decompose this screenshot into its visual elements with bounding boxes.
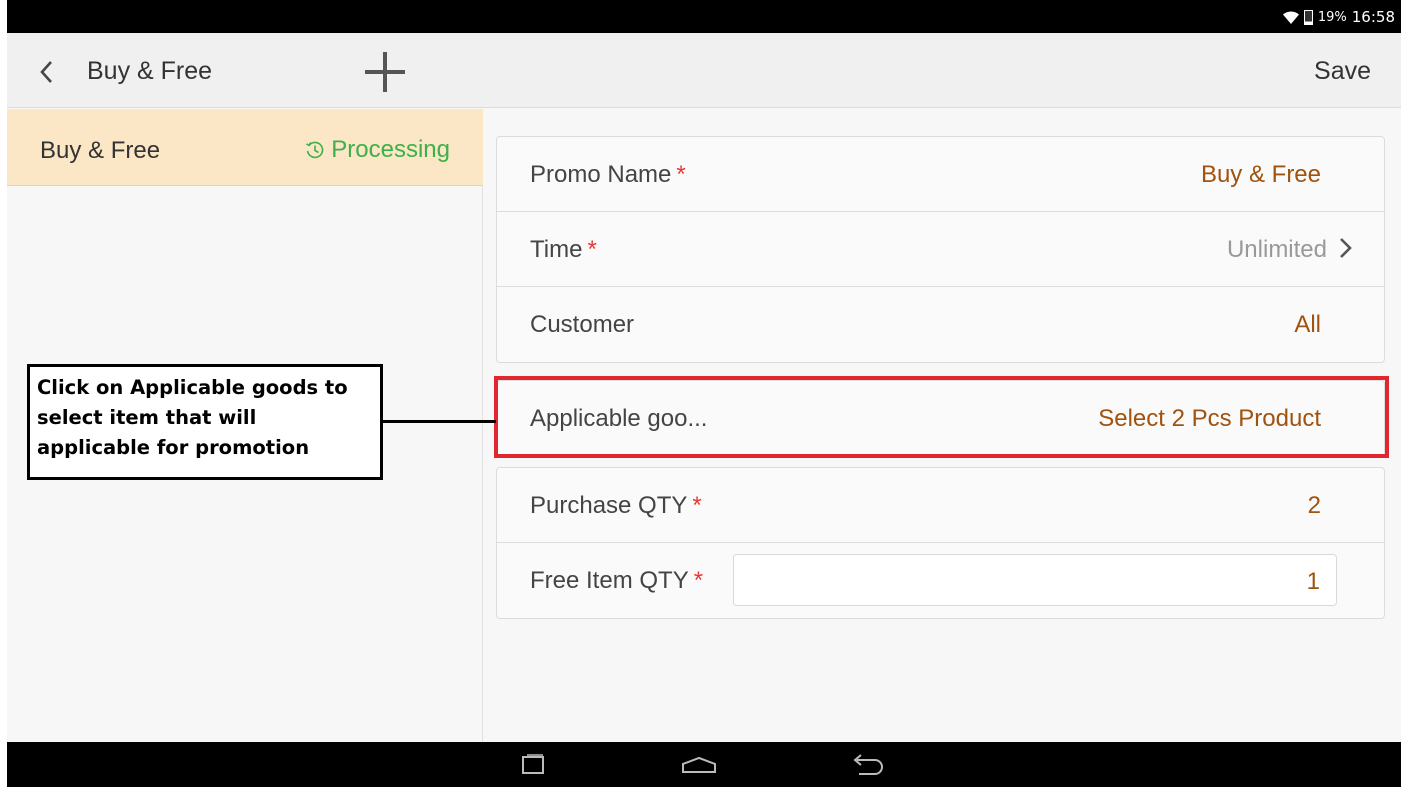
instruction-callout: Click on Applicable goods to select item… <box>27 364 383 480</box>
callout-line-2: select item that will <box>37 406 257 429</box>
required-marker: * <box>676 161 686 188</box>
promo-status-text: Processing <box>331 136 450 163</box>
wifi-icon <box>1282 10 1299 24</box>
battery-icon <box>1303 9 1313 25</box>
customer-value: All <box>1294 311 1321 338</box>
free-item-qty-input[interactable]: 1 <box>733 554 1337 606</box>
recent-apps-icon[interactable] <box>520 754 546 776</box>
free-item-qty-label: Free Item QTY * <box>530 567 704 594</box>
promo-item-name: Buy & Free <box>40 137 161 164</box>
status-bar: 19% 16:58 <box>7 0 1401 33</box>
chevron-right-icon <box>1340 238 1352 258</box>
promo-name-value: Buy & Free <box>1200 161 1321 188</box>
form-group-qty: Purchase QTY * 2 Free Item QTY * 1 <box>496 467 1385 619</box>
promo-list-item[interactable]: Buy & Free Processing <box>7 109 483 186</box>
tablet-screen: 19% 16:58 Buy & Free Save Buy & Free Pro… <box>7 0 1401 787</box>
clock-time: 16:58 <box>1351 8 1395 26</box>
time-row[interactable]: Time * Unlimited <box>497 212 1384 287</box>
save-button[interactable]: Save <box>1314 57 1371 86</box>
promo-name-label: Promo Name * <box>530 161 686 188</box>
system-nav-bar <box>7 742 1401 787</box>
form-group-basic: Promo Name * Buy & Free Time * Unlimited C… <box>496 136 1385 363</box>
callout-line-3: applicable for promotion <box>37 436 310 459</box>
add-promo-button[interactable] <box>363 50 407 94</box>
time-value: Unlimited <box>1226 236 1327 263</box>
required-marker: * <box>693 567 704 594</box>
applicable-goods-row[interactable]: Applicable goo... Select 2 Pcs Product <box>497 381 1384 456</box>
required-marker: * <box>587 236 597 263</box>
promo-status-badge: Processing <box>305 136 450 164</box>
purchase-qty-value: 2 <box>1307 492 1321 519</box>
purchase-qty-label: Purchase QTY * <box>530 492 702 519</box>
applicable-goods-value: Select 2 Pcs Product <box>1098 405 1321 432</box>
customer-row[interactable]: Customer All <box>497 287 1384 362</box>
nav-back-icon[interactable] <box>849 754 883 776</box>
purchase-qty-row[interactable]: Purchase QTY * 2 <box>497 468 1384 543</box>
battery-percent: 19% <box>1317 9 1347 25</box>
callout-connector-line <box>383 420 496 423</box>
free-item-qty-row: Free Item QTY * 1 <box>497 543 1384 618</box>
time-label: Time * <box>530 236 597 263</box>
callout-line-1: Click on Applicable goods to <box>37 376 348 399</box>
home-icon[interactable] <box>681 756 717 774</box>
clock-history-icon <box>306 141 324 159</box>
promo-form-panel: Promo Name * Buy & Free Time * Unlimited C… <box>484 109 1401 742</box>
promo-name-row[interactable]: Promo Name * Buy & Free <box>497 137 1384 212</box>
form-group-goods: Applicable goo... Select 2 Pcs Product <box>496 380 1385 457</box>
status-icons: 19% 16:58 <box>1282 8 1395 26</box>
free-item-qty-value: 1 <box>1306 568 1320 595</box>
applicable-goods-label: Applicable goo... <box>530 405 708 432</box>
back-chevron-icon[interactable] <box>35 55 59 85</box>
required-marker: * <box>692 492 702 519</box>
page-title: Buy & Free <box>87 57 213 85</box>
customer-label: Customer <box>530 311 635 338</box>
action-bar: Buy & Free Save <box>7 33 1401 108</box>
